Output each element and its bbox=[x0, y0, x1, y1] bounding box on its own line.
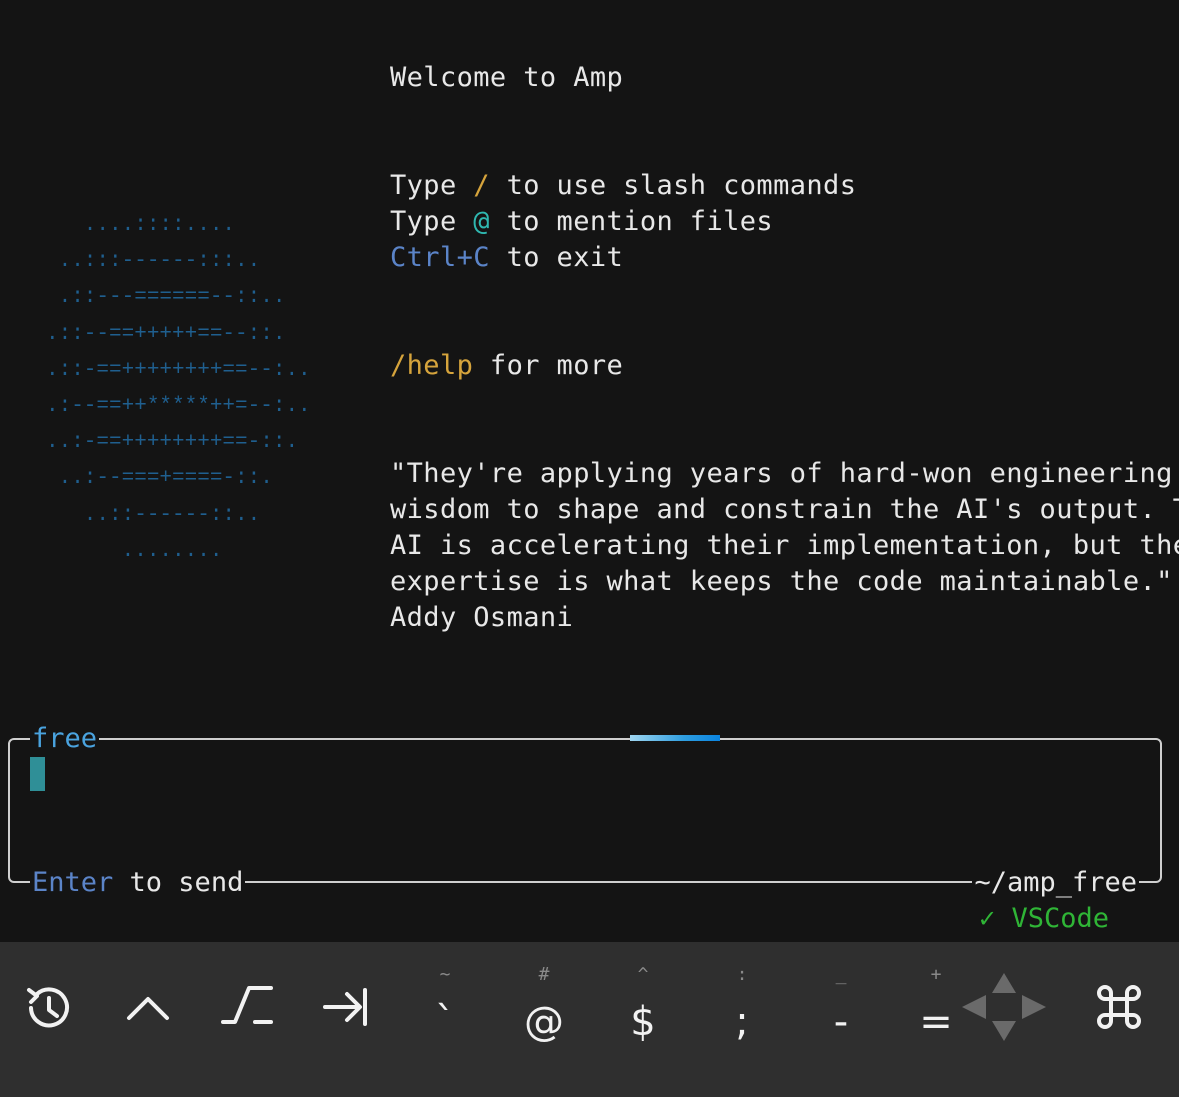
quote-line: expertise is what keeps the code maintai… bbox=[390, 566, 1179, 597]
alt-key[interactable] bbox=[198, 942, 296, 1072]
dollar-key[interactable]: ^ $ bbox=[594, 942, 692, 1072]
tab-arrow-icon bbox=[323, 988, 367, 1026]
dollar-label: $ bbox=[630, 999, 656, 1045]
ctrl-key[interactable] bbox=[99, 942, 197, 1072]
option-icon bbox=[221, 986, 273, 1024]
extra-keys-bar: ~ ` # @ ^ $ : ; _ - + = bbox=[0, 942, 1179, 1097]
activity-indicator bbox=[630, 735, 720, 741]
semicolon-key[interactable]: : ; bbox=[693, 942, 791, 1072]
at-label: @ bbox=[524, 999, 564, 1045]
hint-type-label: Type bbox=[390, 206, 474, 237]
quote-line: "They're applying years of hard-won engi… bbox=[390, 458, 1173, 489]
hint-mention-text: to mention files bbox=[489, 206, 774, 237]
hint-exit-text: to exit bbox=[489, 242, 624, 273]
backtick-key[interactable]: ~ ` bbox=[396, 942, 494, 1072]
mode-label[interactable]: free bbox=[30, 722, 100, 756]
caret-alt-label: ^ bbox=[637, 964, 649, 985]
prompt-input-box[interactable] bbox=[8, 738, 1162, 883]
hint-help: /help for more bbox=[390, 348, 623, 384]
dash-label: - bbox=[833, 999, 849, 1045]
hint-type-label: Type bbox=[390, 170, 474, 201]
slash-glyph: / bbox=[473, 170, 490, 201]
tab-key[interactable] bbox=[297, 942, 395, 1072]
working-directory: ~/amp_free bbox=[972, 866, 1139, 900]
hint-slash-text: to use slash commands bbox=[489, 170, 857, 201]
logo-line: ........ bbox=[46, 539, 223, 563]
send-hint-text: to send bbox=[113, 867, 244, 898]
logo-line: ..::------::.. bbox=[46, 503, 261, 527]
backtick-label: ` bbox=[435, 999, 455, 1045]
history-key[interactable] bbox=[0, 942, 98, 1072]
quote-author: Addy Osmani bbox=[390, 602, 574, 633]
tilde-alt-label: ~ bbox=[439, 964, 451, 985]
history-icon bbox=[27, 987, 69, 1028]
help-command: /help bbox=[390, 350, 474, 381]
quote-line: wisdom to shape and constrain the AI's o… bbox=[390, 494, 1179, 525]
hash-alt-label: # bbox=[538, 964, 550, 985]
at-glyph: @ bbox=[473, 206, 490, 237]
caret-up-icon bbox=[127, 997, 169, 1020]
terminal-pane: Welcome to Amp Type / to use slash comma… bbox=[0, 0, 1179, 942]
hint-mention: Type @ to mention files bbox=[390, 204, 773, 240]
send-hint: Enter to send bbox=[30, 866, 246, 900]
underscore-alt-label: _ bbox=[835, 964, 847, 985]
quote-line: AI is accelerating their implementation,… bbox=[390, 530, 1179, 561]
hint-help-text: for more bbox=[473, 350, 624, 381]
arrow-pad-icon bbox=[962, 973, 1046, 1041]
welcome-title: Welcome to Amp bbox=[390, 62, 624, 93]
semicolon-label: ; bbox=[735, 999, 749, 1045]
enter-key-label: Enter bbox=[32, 867, 114, 898]
hint-exit: Ctrl+C to exit bbox=[390, 240, 623, 276]
at-key[interactable]: # @ bbox=[495, 942, 593, 1072]
hint-slash: Type / to use slash commands bbox=[390, 168, 856, 204]
equals-label: = bbox=[919, 999, 953, 1045]
logo-line: ..:-==++++++++==-::. bbox=[46, 431, 299, 455]
logo-line: .::---======--::.. bbox=[46, 286, 286, 310]
logo-line: ..:--===+====-::. bbox=[46, 467, 273, 491]
logo-line: ....::::.... bbox=[46, 214, 236, 237]
logo-line: .::-==++++++++==--:.. bbox=[46, 358, 311, 382]
ascii-orb-logo: ....::::.... ..:::------:::.. .::---====… bbox=[46, 208, 311, 570]
colon-alt-label: : bbox=[736, 964, 748, 985]
arrow-keys[interactable] bbox=[955, 942, 1053, 1072]
logo-line: ..:::------:::.. bbox=[46, 250, 261, 274]
cmd-key[interactable] bbox=[1070, 942, 1168, 1072]
logo-line: .:--==++*****++=--:.. bbox=[46, 395, 311, 419]
dash-key[interactable]: _ - bbox=[792, 942, 890, 1072]
ctrl-c-shortcut: Ctrl+C bbox=[390, 242, 490, 273]
ide-status: ✓ VSCode bbox=[978, 903, 1109, 934]
command-icon bbox=[1097, 985, 1141, 1029]
logo-line: .::--==+++++==--::. bbox=[46, 322, 286, 346]
text-cursor bbox=[30, 757, 45, 791]
